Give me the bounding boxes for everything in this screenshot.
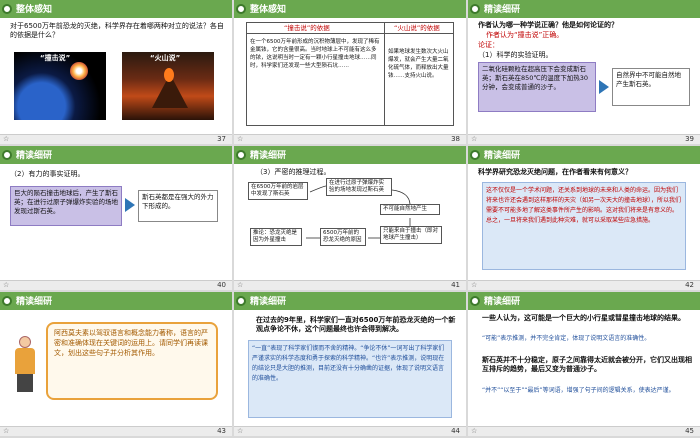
answer-text: 作者认为“撞击说”正确。	[486, 31, 564, 39]
table-divider	[384, 22, 385, 126]
impact-caption: “撞击说”	[40, 54, 71, 62]
slide-39[interactable]: 精读细研 作者认为哪一种学说正确？他是如何论证的？ 作者认为“撞击说”正确。 论…	[468, 0, 700, 144]
slide-footer-bar	[468, 134, 700, 144]
slide-title: 精读细研	[16, 297, 53, 307]
header-bullet-icon	[236, 296, 246, 306]
slide-title: 精读细研	[250, 297, 287, 307]
slide-41[interactable]: 精读细研 （3）严密的推理过程。 在6500万年前的岩层中发现了斯石英 在进行过…	[234, 146, 466, 290]
star-icon: ☆	[3, 281, 10, 289]
teacher-illustration	[10, 336, 40, 394]
slide-sorter-grid: 整体感知 对于6500万年前恐龙的灭绝，科学界存在着哪两种对立的说法？各自的依据…	[0, 0, 700, 438]
header-bullet-icon	[470, 150, 480, 160]
header-bullet-icon	[236, 4, 246, 14]
teacher-body-icon	[15, 348, 35, 374]
question-text: 科学界研究恐龙灭绝问题，在作者看来有何意义？	[478, 168, 632, 176]
volcano-caption: “火山说”	[150, 54, 181, 62]
slide-footer-bar	[468, 280, 700, 290]
teacher-legs-icon	[17, 374, 33, 392]
header-bullet-icon	[2, 150, 12, 160]
slide-title: 整体感知	[16, 5, 53, 15]
star-icon: ☆	[471, 281, 478, 289]
header-bullet-icon	[470, 296, 480, 306]
slide-42[interactable]: 精读细研 科学界研究恐龙灭绝问题，在作者看来有何意义？ 这不仅仅是一个学术问题，…	[468, 146, 700, 290]
slide-45[interactable]: 精读细研 一些人认为，这可能是一个巨大的小行星或彗星撞击地球的结果。 “可能”表…	[468, 292, 700, 436]
slide-38[interactable]: 整体感知 “撞击说”的依据 “火山说”的依据 在一个6500万年前形成的沉积物薄…	[234, 0, 466, 144]
header-bullet-icon	[470, 4, 480, 14]
slide-footer-bar	[468, 426, 700, 436]
conclusion-box: 自然界中不可能自然地产生斯石英。	[612, 68, 690, 106]
slide-43[interactable]: 精读细研 阿西莫夫素以驾驭语言和概念能力著称，语言的严密和准确体现在关键词的运用…	[0, 292, 232, 436]
fact-box: 巨大的陨石撞击地球后，产生了斯石英；在进行过原子弹爆炸实验的场地发现过斯石英。	[10, 186, 122, 226]
star-icon: ☆	[471, 135, 478, 143]
star-icon: ☆	[237, 135, 244, 143]
teacher-head-icon	[19, 336, 31, 348]
star-icon: ☆	[3, 427, 10, 435]
volcano-evidence: 如果地球发生数次大火山爆发，就会产生大量二氧化硫气体，而释放出大量铱……支持火山…	[388, 49, 449, 79]
slide-footer-bar	[234, 134, 466, 144]
slide-title: 整体感知	[250, 5, 287, 15]
impact-header: “撞击说”的依据	[284, 24, 330, 32]
impact-evidence: 在一个6500万年前形成的沉积物薄层中，发现了稀有金属铱，它的含量很高。当时地球…	[250, 39, 380, 69]
example-sentence-1: 一些人认为，这可能是一个巨大的小行星或彗星撞击地球的结果。	[482, 314, 685, 322]
question-text: 作者认为哪一种学说正确？他是如何论证的？	[478, 21, 618, 29]
arrow-right-icon	[125, 198, 135, 212]
slide-number: 43	[217, 427, 226, 435]
question-text: 对于6500万年前恐龙的灭绝，科学界存在着哪两种对立的说法？各自的依据是什么？	[10, 22, 224, 39]
fireball-icon	[70, 62, 88, 80]
point-2: （2）有力的事实证明。	[10, 170, 85, 178]
slide-number: 42	[685, 281, 694, 289]
example-sentence: 在过去的9年里，科学家们一直对6500万年前恐龙灭绝的一个新观点争论不休，这个问…	[256, 316, 456, 333]
header-bullet-icon	[2, 296, 12, 306]
slide-footer-bar	[0, 134, 232, 144]
slide-44[interactable]: 精读细研 在过去的9年里，科学家们一直对6500万年前恐龙灭绝的一个新观点争论不…	[234, 292, 466, 436]
slide-footer-bar	[234, 280, 466, 290]
slide-number: 41	[451, 281, 460, 289]
flow-arrow	[309, 185, 327, 193]
slide-number: 45	[685, 427, 694, 435]
point-1: （1）科学的实验证明。	[478, 51, 553, 59]
slide-title: 精读细研	[484, 5, 521, 15]
analysis-1: “可能”表示推测，并不完全肯定，体现了说明文语言的准确性。	[482, 335, 651, 342]
example-sentence-2: 斯石英并不十分稳定，原子之间靠得太近就会被分开，它们又出现相互排斥的趋势，最后又…	[482, 356, 692, 373]
slide-number: 44	[451, 427, 460, 435]
slide-title: 精读细研	[484, 151, 521, 161]
arrow-right-icon	[599, 80, 609, 94]
argument-label: 论证：	[478, 41, 499, 49]
flow-arrows	[306, 185, 411, 239]
volcano-header: “火山说”的依据	[394, 24, 440, 32]
analysis-2: “并不”“以至于”“最后”等词语，增强了句子间的逻辑关系，使表达严谨。	[482, 387, 675, 394]
star-icon: ☆	[471, 427, 478, 435]
slide-footer-bar	[0, 280, 232, 290]
analysis-text: “一直”表现了科学家们锲而不舍的精神。“争论不休”一词写出了科学家们严谨求实的科…	[252, 345, 445, 382]
header-bullet-icon	[2, 4, 12, 14]
lava-icon	[164, 68, 174, 82]
slide-number: 40	[217, 281, 226, 289]
speech-text: 阿西莫夫素以驾驭语言和概念能力著称，语言的严密和准确体现在关键词的运用上。请同学…	[54, 329, 208, 357]
star-icon: ☆	[237, 281, 244, 289]
star-icon: ☆	[3, 135, 10, 143]
slide-37[interactable]: 整体感知 对于6500万年前恐龙的灭绝，科学界存在着哪两种对立的说法？各自的依据…	[0, 0, 232, 144]
flow-arrow	[391, 189, 411, 205]
slide-title: 精读细研	[16, 151, 53, 161]
slide-40[interactable]: 精读细研 （2）有力的事实证明。 巨大的陨石撞击地球后，产生了斯石英；在进行过原…	[0, 146, 232, 290]
slide-footer-bar	[0, 426, 232, 436]
conclusion-box: 斯石英都是在强大的外力下形成的。	[138, 190, 218, 222]
experiment-box: 二氧化硅颗粒在超高压下会变成斯石英；斯石英在850℃的温度下加热30分钟，会变成…	[478, 62, 596, 112]
slide-number: 37	[217, 135, 226, 143]
slide-title: 精读细研	[484, 297, 521, 307]
slide-number: 38	[451, 135, 460, 143]
slide-footer-bar	[234, 426, 466, 436]
slide-number: 39	[685, 135, 694, 143]
answer-text: 这不仅仅是一个学术问题，还关系到地球的未来和人类的命运。因为我们将来也许还会遇到…	[486, 187, 682, 224]
star-icon: ☆	[237, 427, 244, 435]
